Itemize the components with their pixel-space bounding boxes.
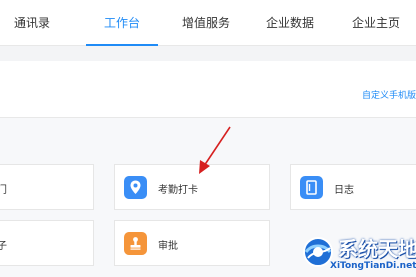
app-card-log-label: 日志 bbox=[334, 185, 354, 196]
customize-mobile-link[interactable]: 自定义手机版 bbox=[362, 88, 416, 101]
watermark-logo: 系统天地 XiTongTianDi.net bbox=[300, 230, 416, 277]
stamp-icon bbox=[124, 232, 147, 255]
customize-bar: 自定义手机版 bbox=[0, 61, 416, 118]
top-navigation: 通讯录 工作台 增值服务 企业数据 企业主页 bbox=[0, 0, 416, 46]
app-card-partial-row2[interactable]: 子 bbox=[0, 220, 94, 266]
tab-enterprise-homepage-label: 企业主页 bbox=[351, 16, 400, 30]
tab-contacts-label: 通讯录 bbox=[13, 16, 50, 30]
notebook-icon bbox=[300, 176, 323, 199]
watermark-title: 系统天地 bbox=[338, 237, 416, 261]
tab-workbench[interactable]: 工作台 bbox=[86, 0, 158, 46]
tab-value-added-services[interactable]: 增值服务 bbox=[180, 0, 232, 46]
app-card-attendance-label: 考勤打卡 bbox=[158, 185, 198, 196]
tab-contacts[interactable]: 通讯录 bbox=[12, 0, 52, 46]
app-card-partial-row1-label: 门 bbox=[0, 185, 7, 196]
app-card-partial-row1[interactable]: 门 bbox=[0, 164, 94, 210]
app-card-attendance[interactable]: 考勤打卡 bbox=[114, 164, 270, 210]
tab-enterprise-data[interactable]: 企业数据 bbox=[264, 0, 316, 46]
tab-value-added-services-label: 增值服务 bbox=[181, 16, 230, 30]
app-card-approval[interactable]: 审批 bbox=[114, 220, 270, 266]
tab-workbench-label: 工作台 bbox=[103, 16, 140, 30]
location-pin-icon bbox=[124, 176, 147, 199]
watermark-subtitle: XiTongTianDi.net bbox=[330, 261, 416, 271]
tab-enterprise-data-label: 企业数据 bbox=[265, 16, 314, 30]
tab-enterprise-homepage[interactable]: 企业主页 bbox=[350, 0, 402, 46]
active-tab-indicator bbox=[86, 44, 158, 46]
app-card-approval-label: 审批 bbox=[158, 241, 178, 252]
app-card-log[interactable]: 日志 bbox=[290, 164, 416, 210]
app-card-partial-row2-label: 子 bbox=[0, 241, 7, 252]
